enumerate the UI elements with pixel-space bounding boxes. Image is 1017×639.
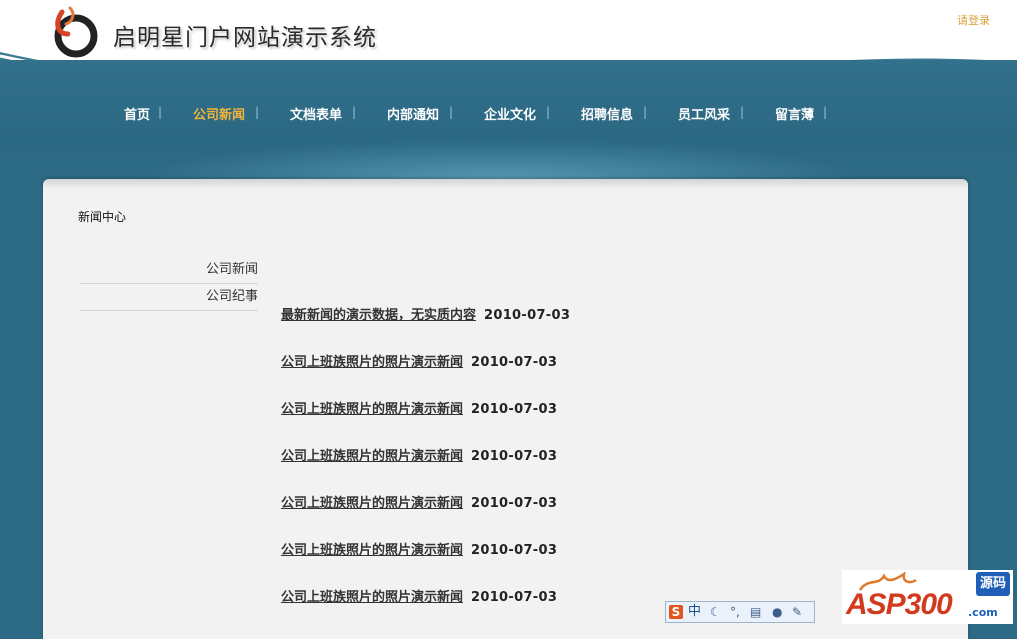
nav-item-corporate-culture[interactable]: 企业文化 bbox=[484, 104, 536, 123]
content-panel-top-edge bbox=[43, 179, 968, 189]
news-list-item: 公司上班族照片的照片演示新闻 2010-07-03 bbox=[281, 445, 557, 464]
news-title-link[interactable]: 公司上班族照片的照片演示新闻 bbox=[281, 496, 463, 511]
news-date: 2010-07-03 bbox=[471, 590, 558, 605]
nav-item-documents[interactable]: 文档表单 bbox=[290, 104, 342, 123]
watermark-logo: ASP300 源码 .com bbox=[842, 570, 1013, 624]
news-title-link[interactable]: 公司上班族照片的照片演示新闻 bbox=[281, 449, 463, 464]
nav-item-guestbook[interactable]: 留言薄 bbox=[775, 104, 814, 123]
ime-mode-toggle[interactable]: 中 bbox=[688, 605, 701, 619]
news-list-item: 公司上班族照片的照片演示新闻 2010-07-03 bbox=[281, 492, 557, 511]
news-date: 2010-07-03 bbox=[484, 308, 571, 323]
punctuation-icon[interactable]: °, bbox=[730, 605, 740, 619]
nav-separator: | bbox=[352, 105, 357, 119]
nav-item-internal-notices[interactable]: 内部通知 bbox=[387, 104, 439, 123]
ime-logo-icon[interactable]: S bbox=[669, 605, 683, 619]
keyboard-icon[interactable]: ▤ bbox=[750, 605, 761, 619]
news-title-link[interactable]: 公司上班族照片的照片演示新闻 bbox=[281, 590, 463, 605]
news-title-link[interactable]: 公司上班族照片的照片演示新闻 bbox=[281, 355, 463, 370]
news-date: 2010-07-03 bbox=[471, 543, 558, 558]
sidebar-item-company-events[interactable]: 公司纪事 bbox=[80, 284, 258, 311]
news-list-item: 公司上班族照片的照片演示新闻 2010-07-03 bbox=[281, 351, 557, 370]
login-link[interactable]: 请登录 bbox=[957, 12, 990, 28]
nav-separator: | bbox=[449, 105, 454, 119]
news-list-item: 公司上班族照片的照片演示新闻 2010-07-03 bbox=[281, 539, 557, 558]
news-list-item: 最新新闻的演示数据，无实质内容 2010-07-03 bbox=[281, 304, 570, 323]
watermark-badge: 源码 bbox=[976, 572, 1010, 596]
news-date: 2010-07-03 bbox=[471, 496, 558, 511]
logo-icon bbox=[54, 6, 98, 58]
breadcrumb: 新闻中心 bbox=[78, 210, 127, 224]
nav-band bbox=[0, 60, 1017, 190]
nav-separator: | bbox=[823, 105, 828, 119]
sidebar-item-company-news[interactable]: 公司新闻 bbox=[80, 257, 258, 284]
nav-item-recruitment[interactable]: 招聘信息 bbox=[581, 104, 633, 123]
ime-toolbar: S 中 ☾ °, ▤ ● ✎ bbox=[665, 601, 815, 623]
wrench-icon[interactable]: ✎ bbox=[792, 605, 802, 619]
user-icon[interactable]: ● bbox=[772, 605, 782, 619]
news-date: 2010-07-03 bbox=[471, 449, 558, 464]
news-date: 2010-07-03 bbox=[471, 355, 558, 370]
news-title-link[interactable]: 公司上班族照片的照片演示新闻 bbox=[281, 543, 463, 558]
news-list-item: 公司上班族照片的照片演示新闻 2010-07-03 bbox=[281, 398, 557, 417]
moon-icon[interactable]: ☾ bbox=[710, 605, 721, 619]
nav-separator: | bbox=[740, 105, 745, 119]
nav-separator: | bbox=[546, 105, 551, 119]
nav-separator: | bbox=[255, 105, 260, 119]
watermark-suffix: .com bbox=[968, 606, 998, 619]
nav-separator: | bbox=[643, 105, 648, 119]
nav-item-company-news[interactable]: 公司新闻 bbox=[193, 104, 245, 123]
nav-separator: | bbox=[158, 105, 163, 119]
watermark-text: ASP300 bbox=[846, 588, 953, 621]
nav-item-home[interactable]: 首页 bbox=[124, 104, 150, 123]
site-title: 启明星门户网站演示系统 bbox=[113, 25, 377, 51]
news-date: 2010-07-03 bbox=[471, 402, 558, 417]
nav-item-staff-gallery[interactable]: 员工风采 bbox=[678, 104, 730, 123]
news-title-link[interactable]: 最新新闻的演示数据，无实质内容 bbox=[281, 308, 476, 323]
news-list-item: 公司上班族照片的照片演示新闻 2010-07-03 bbox=[281, 586, 557, 605]
main-nav: 首页 | 公司新闻 | 文档表单 | 内部通知 | 企业文化 | 招聘信息 | … bbox=[0, 104, 1017, 124]
news-title-link[interactable]: 公司上班族照片的照片演示新闻 bbox=[281, 402, 463, 417]
